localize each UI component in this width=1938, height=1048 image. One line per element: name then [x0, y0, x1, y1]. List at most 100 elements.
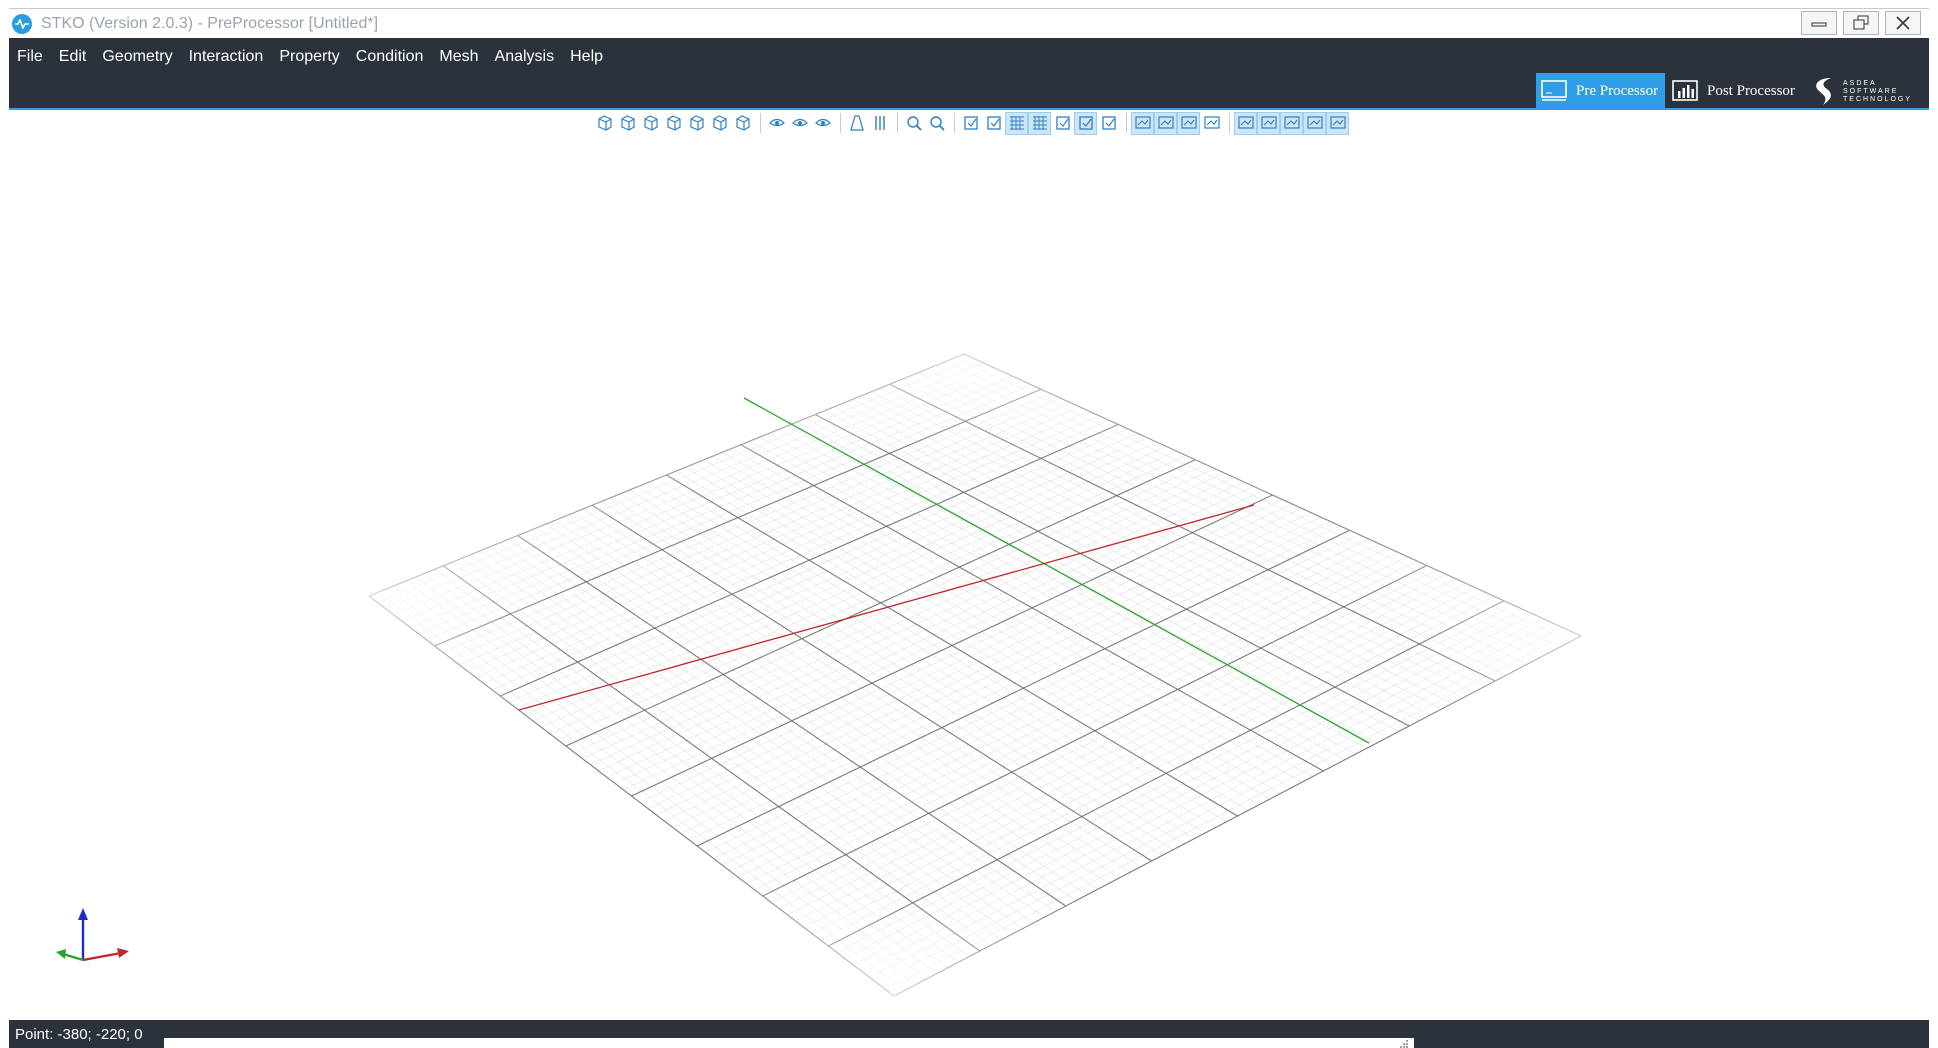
screenshot-button[interactable] — [960, 113, 981, 134]
menu-interaction[interactable]: Interaction — [181, 40, 272, 72]
eye-half-button[interactable] — [789, 113, 810, 134]
menu-help[interactable]: Help — [562, 40, 611, 72]
zoom-fit-icon — [906, 116, 922, 131]
brand-line-1: ASDEA — [1843, 80, 1877, 87]
filter-face-icon — [1283, 116, 1300, 129]
filter-solid-button[interactable] — [1303, 111, 1326, 135]
view-left-button[interactable] — [663, 113, 684, 134]
menu-analysis[interactable]: Analysis — [487, 40, 563, 72]
pick-icon — [986, 116, 1001, 130]
axis-triad — [56, 908, 129, 962]
view-front-button[interactable] — [617, 113, 638, 134]
post-processor-icon — [1672, 80, 1698, 101]
select-add-button[interactable] — [1098, 113, 1119, 134]
view-bottom-button[interactable] — [732, 113, 753, 134]
x-axis-arrow — [82, 951, 122, 962]
title-bar: STKO (Version 2.0.3) - PreProcessor [Unt… — [9, 8, 1929, 39]
toolbar-separator — [897, 113, 898, 133]
eye-hide-button[interactable] — [812, 113, 833, 134]
zoom-fit-button[interactable] — [903, 113, 924, 134]
menu-file[interactable]: File — [9, 40, 51, 72]
render-wire-button[interactable] — [1131, 111, 1154, 135]
view-bottom-icon — [735, 115, 750, 131]
eye-half-icon — [791, 118, 808, 127]
grid-button[interactable] — [1005, 111, 1028, 135]
toolbar-separator — [760, 113, 761, 133]
y-axis-arrow — [62, 952, 84, 962]
status-point-readout: Point: -380; -220; 0 — [15, 1026, 143, 1043]
render-solid-icon — [1157, 116, 1174, 129]
filter-edge-button[interactable] — [1257, 111, 1280, 135]
minimize-button[interactable] — [1801, 11, 1837, 35]
toolbar-separator — [954, 113, 955, 133]
zoom-button[interactable] — [926, 113, 947, 134]
window-title: STKO (Version 2.0.3) - PreProcessor [Unt… — [41, 15, 379, 32]
grid-snap-button[interactable] — [1028, 111, 1051, 135]
menu-condition[interactable]: Condition — [348, 40, 432, 72]
filter-solid-icon — [1306, 116, 1323, 129]
menu-list: File Edit Geometry Interaction Property Condi… — [9, 40, 611, 72]
menu-mesh[interactable]: Mesh — [431, 40, 486, 72]
perspective-button[interactable] — [846, 113, 867, 134]
grid-icon — [1009, 116, 1024, 130]
filter-face-button[interactable] — [1280, 111, 1303, 135]
render-solid-button[interactable] — [1154, 111, 1177, 135]
render-shaded-button[interactable] — [1177, 111, 1200, 135]
select-box-button[interactable] — [1074, 111, 1097, 135]
minimize-icon — [1811, 22, 1827, 27]
filter-vertex-button[interactable] — [1234, 111, 1257, 135]
view-back-icon — [643, 115, 658, 131]
menu-geometry[interactable]: Geometry — [94, 40, 180, 72]
view-iso-button[interactable] — [594, 113, 615, 134]
asdea-brand: ASDEA SOFTWARE TECHNOLOGY — [1809, 75, 1912, 109]
select-box-icon — [1078, 116, 1093, 130]
view-right-icon — [689, 115, 704, 131]
stko-logo-icon — [12, 14, 32, 34]
eye-button[interactable] — [766, 113, 787, 134]
view-toolbar — [594, 111, 1350, 135]
pick-button[interactable] — [983, 113, 1004, 134]
post-processor-label: Post Processor — [1707, 82, 1795, 99]
asdea-logo-icon — [1816, 78, 1831, 105]
parallel-icon — [874, 116, 885, 130]
resize-grip-icon[interactable] — [1399, 1039, 1411, 1048]
eye-hide-icon — [814, 118, 831, 127]
brand-line-2: SOFTWARE — [1843, 88, 1899, 95]
grid-snap-icon — [1032, 116, 1047, 130]
menu-bar: File Edit Geometry Interaction Property Condi… — [9, 38, 1929, 110]
ground-grid — [315, 336, 1635, 1016]
toolbar-separator — [1126, 113, 1127, 133]
pre-processor-icon — [1541, 80, 1567, 101]
3d-viewport[interactable] — [9, 136, 1929, 1020]
view-top-button[interactable] — [709, 113, 730, 134]
zoom-icon — [929, 116, 945, 131]
close-button[interactable] — [1885, 11, 1921, 35]
axes-icon — [1055, 116, 1070, 130]
post-processor-button[interactable]: Post Processor — [1667, 73, 1797, 109]
toolbar-separator — [1229, 113, 1230, 133]
filter-all-button[interactable] — [1326, 111, 1349, 135]
menu-property[interactable]: Property — [271, 40, 347, 72]
select-add-icon — [1101, 116, 1116, 130]
window-controls — [1801, 11, 1921, 35]
close-icon — [1896, 16, 1910, 30]
eye-icon — [768, 118, 785, 127]
filter-all-icon — [1329, 116, 1346, 129]
view-top-icon — [712, 115, 727, 131]
menu-edit[interactable]: Edit — [51, 40, 95, 72]
view-right-button[interactable] — [686, 113, 707, 134]
restore-button[interactable] — [1843, 11, 1879, 35]
toolbar-separator — [840, 113, 841, 133]
view-iso-icon — [597, 115, 612, 131]
parallel-button[interactable] — [869, 113, 890, 134]
render-points-button[interactable] — [1201, 113, 1222, 134]
pre-processor-button[interactable]: Pre Processor — [1536, 73, 1665, 109]
render-points-icon — [1203, 116, 1220, 129]
pre-processor-label: Pre Processor — [1576, 82, 1659, 99]
axes-button[interactable] — [1052, 113, 1073, 134]
view-back-button[interactable] — [640, 113, 661, 134]
render-wire-icon — [1134, 116, 1151, 129]
filter-vertex-icon — [1237, 116, 1254, 129]
screenshot-icon — [963, 116, 978, 130]
render-shaded-icon — [1180, 116, 1197, 129]
